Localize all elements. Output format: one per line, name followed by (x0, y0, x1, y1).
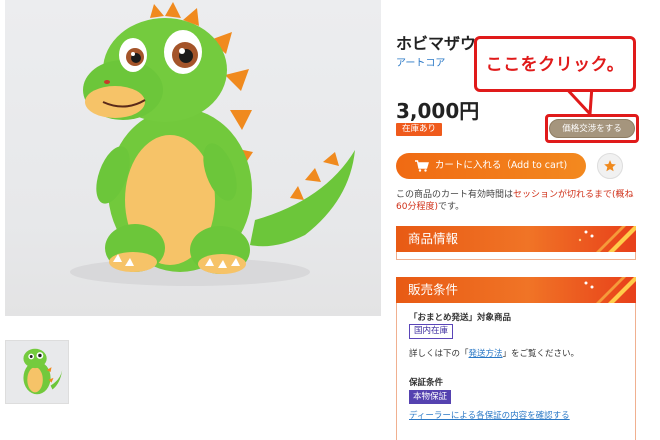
callout-highlight-frame (545, 114, 639, 143)
domestic-stock-tag: 国内在庫 (409, 324, 454, 339)
stock-badge: 在庫あり (396, 123, 443, 136)
favorite-button[interactable] (597, 153, 623, 179)
shipping-method-link[interactable]: 発送方法 (469, 349, 503, 359)
session-note-suffix: です。 (437, 202, 465, 212)
cart-session-note: この商品のカート有効時間はセッションが切れるまで(概ね60分程度)です。 (396, 189, 636, 213)
cart-icon (414, 160, 429, 172)
section-decoration (578, 226, 636, 252)
callout-box: ここをクリック。 (474, 36, 636, 92)
section-product-info-title: 商品情報 (408, 231, 459, 246)
product-main-image[interactable] (5, 0, 381, 316)
add-to-cart-button[interactable]: カートに入れる（Add to cart) (396, 153, 586, 179)
bundle-shipping-label: 「おまとめ発送」対象商品 (409, 313, 512, 323)
product-price: 3,000円 (396, 99, 480, 123)
shipping-detail-prefix: 詳しくは下の「 (409, 349, 469, 359)
shipping-detail-suffix: 」をご覧ください。 (502, 349, 580, 359)
section-sales-conditions-title: 販売条件 (408, 282, 459, 297)
product-thumbnail[interactable] (5, 340, 69, 404)
dealer-warranty-link[interactable]: ディーラーによる各保証の内容を確認する (409, 409, 570, 421)
warranty-label: 保証条件 (409, 378, 444, 388)
star-icon (604, 160, 616, 172)
add-to-cart-label: カートに入れる（Add to cart) (434, 160, 568, 171)
section-product-info[interactable]: 商品情報 (396, 226, 636, 252)
authenticity-tag: 本物保証 (409, 390, 452, 404)
session-note-highlight: セッションが切れるまで (513, 190, 613, 200)
session-note-prefix: この商品のカート有効時間は (396, 190, 514, 200)
product-title: ホビマザウルス (396, 34, 482, 53)
section-decoration (584, 277, 636, 303)
brand-link[interactable]: アートコア (396, 54, 445, 69)
shipping-detail-note: 詳しくは下の「発送方法」をご覧ください。 (409, 347, 579, 359)
section-sales-conditions[interactable]: 販売条件 (396, 277, 636, 303)
section-product-info-body (396, 252, 636, 260)
